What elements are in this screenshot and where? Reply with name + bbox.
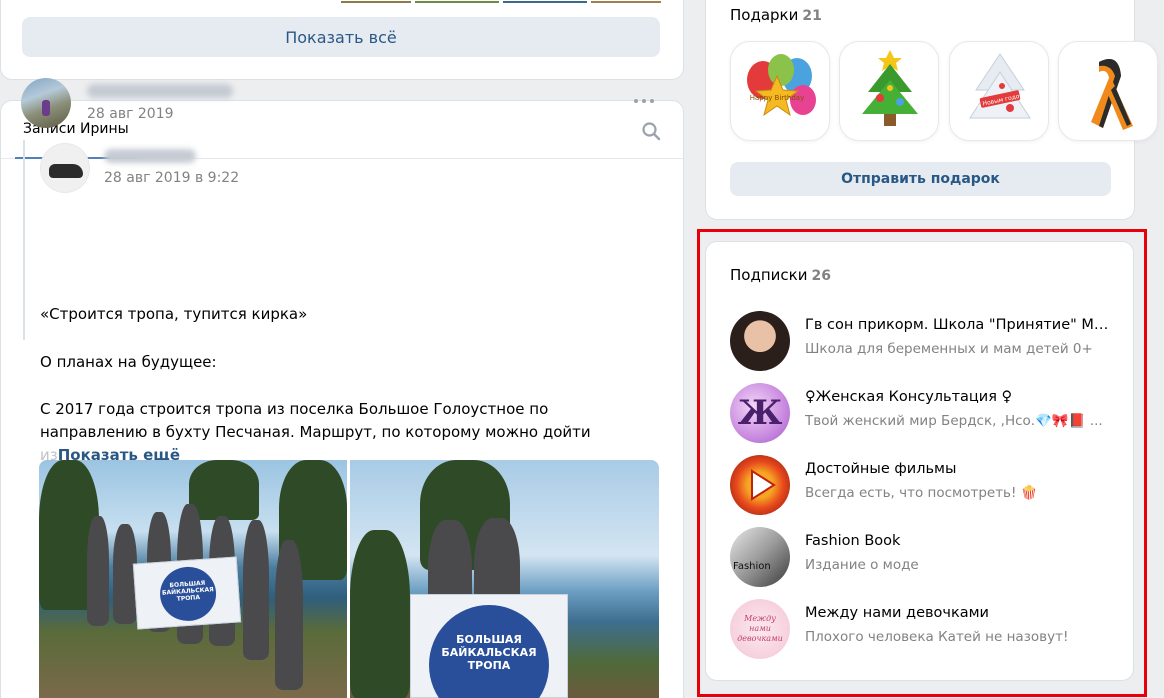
gift-balloons[interactable]: Happy Birthday <box>730 41 830 141</box>
white-tree-gift-icon: С Новым годом <box>969 53 1031 119</box>
christmas-tree-gift-icon <box>862 50 918 126</box>
post-text-body: С 2017 года строится тропа из поселка Бо… <box>40 398 660 467</box>
post-date[interactable]: 28 авг 2019 <box>87 106 174 122</box>
photos-card: Показать всё <box>0 0 684 80</box>
st-george-ribbon-gift-icon <box>1091 59 1133 130</box>
post-photo-group[interactable]: БОЛЬШАЯ БАЙКАЛЬСКАЯ ТРОПА <box>39 460 347 698</box>
balloons-gift-icon: Happy Birthday <box>747 54 816 117</box>
repost-date[interactable]: 28 авг 2019 в 9:22 <box>104 170 239 186</box>
photo-thumbnails <box>341 1 661 3</box>
flag-caption-small: БОЛЬШАЯ БАЙКАЛЬСКАЯ ТРОПА <box>161 579 215 603</box>
repost-author-name-blurred[interactable] <box>104 149 196 163</box>
photo-flag: БОЛЬШАЯ БАЙКАЛЬСКАЯ ТРОПА <box>132 556 242 630</box>
photo-flag-large: БОЛЬШАЯ БАЙКАЛЬСКАЯ ТРОПА <box>410 594 568 698</box>
gifts-title[interactable]: Подарки 21 <box>730 6 822 24</box>
gift-label-birthday: Happy Birthday <box>750 94 805 102</box>
repost-divider <box>23 140 25 340</box>
show-all-button[interactable]: Показать всё <box>22 17 660 57</box>
more-options-icon[interactable] <box>632 96 656 106</box>
post-text-body-content: С 2017 года строится тропа из поселка Бо… <box>40 400 591 441</box>
gifts-card: Подарки21 Happy Birthday С Новым годом <box>705 0 1158 220</box>
flag-caption-large: БОЛЬШАЯ БАЙКАЛЬСКАЯ ТРОПА <box>441 633 537 672</box>
gift-white-tree[interactable]: С Новым годом <box>949 41 1049 141</box>
send-gift-button[interactable]: Отправить подарок <box>730 162 1111 196</box>
post-photo-pair[interactable]: БОЛЬШАЯ БАЙКАЛЬСКАЯ ТРОПА <box>350 460 659 698</box>
highlight-annotation-box <box>697 229 1147 697</box>
repost-author-avatar[interactable] <box>40 143 90 193</box>
post-text-title: «Строится тропа, тупится кирка» <box>40 305 308 323</box>
gift-christmas-tree[interactable] <box>839 41 939 141</box>
post-author-name-blurred[interactable] <box>87 84 233 98</box>
search-icon[interactable] <box>641 121 661 141</box>
post-author-avatar[interactable] <box>21 78 71 128</box>
post-text-subtitle: О планах на будущее: <box>40 353 217 371</box>
gifts-count: 21 <box>802 8 822 24</box>
gifts-title-label: Подарки <box>730 6 799 24</box>
gift-ribbon[interactable] <box>1058 41 1158 141</box>
